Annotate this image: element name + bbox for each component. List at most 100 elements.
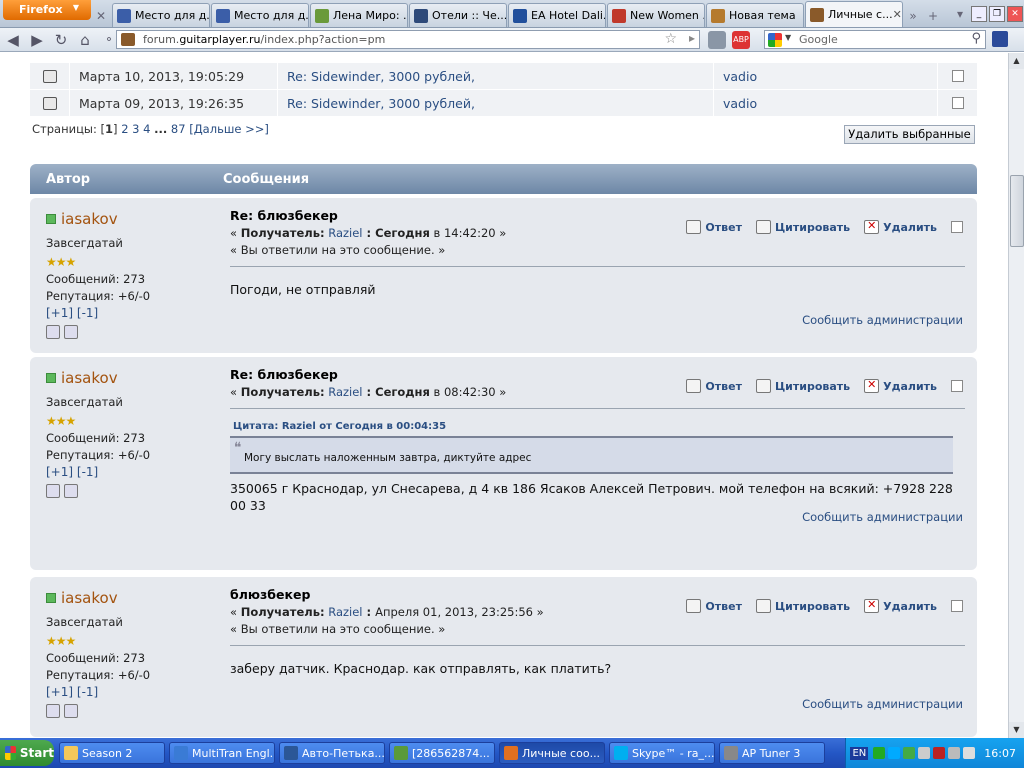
tray-update-icon[interactable] bbox=[918, 747, 931, 759]
post-divider bbox=[230, 645, 965, 646]
reload-icon[interactable]: ↻ bbox=[50, 30, 72, 50]
home-icon[interactable]: ⌂ bbox=[74, 30, 96, 50]
back-icon[interactable]: ◀ bbox=[2, 30, 24, 50]
taskbar-item[interactable]: Skype™ - ra_... bbox=[609, 742, 715, 764]
adblock-icon[interactable]: ABP bbox=[732, 31, 750, 49]
search-input[interactable]: ▼ Google ⚲ bbox=[764, 30, 986, 49]
forward-icon[interactable]: ▶ bbox=[26, 30, 48, 50]
chevron-down-icon[interactable]: ▼ bbox=[785, 33, 791, 42]
report-to-admin-link[interactable]: Сообщить администрации bbox=[802, 510, 963, 524]
vertical-scrollbar[interactable]: ▲ ▼ bbox=[1008, 53, 1024, 738]
send-message-icon[interactable] bbox=[64, 325, 78, 339]
minimize-icon[interactable]: _ bbox=[971, 6, 987, 22]
browser-tab[interactable]: Лена Миро: ... bbox=[310, 3, 408, 27]
recipient-link[interactable]: Raziel bbox=[328, 385, 362, 399]
browser-tab[interactable]: Отели :: Че... bbox=[409, 3, 507, 27]
browser-tab[interactable]: EA Hotel Dali... bbox=[508, 3, 606, 27]
row-checkbox[interactable] bbox=[951, 70, 964, 82]
task-label: Season 2 bbox=[82, 746, 133, 760]
scrollbar-thumb[interactable] bbox=[1010, 175, 1024, 247]
send-message-icon[interactable] bbox=[64, 704, 78, 718]
browser-tab[interactable]: Место для д... bbox=[211, 3, 309, 27]
reply-button[interactable]: Ответ bbox=[686, 220, 742, 234]
close-window-icon[interactable]: ✕ bbox=[1007, 6, 1023, 22]
quote-button[interactable]: Цитировать bbox=[755, 379, 850, 393]
taskbar-item[interactable]: Личные соо... bbox=[499, 742, 605, 764]
author-name-link[interactable]: iasakov bbox=[46, 369, 226, 387]
reputation-plus-link[interactable]: [+1] bbox=[46, 465, 73, 479]
row-author-link[interactable]: vadio bbox=[714, 63, 938, 89]
reply-button[interactable]: Ответ bbox=[686, 599, 742, 613]
reputation-plus-link[interactable]: [+1] bbox=[46, 306, 73, 320]
post-checkbox[interactable] bbox=[951, 380, 963, 392]
report-to-admin-link[interactable]: Сообщить администрации bbox=[802, 313, 963, 327]
row-checkbox[interactable] bbox=[951, 97, 964, 109]
profile-icon[interactable] bbox=[46, 484, 60, 498]
taskbar-item[interactable]: MultiTran Engl... bbox=[169, 742, 275, 764]
scroll-up-icon[interactable]: ▲ bbox=[1009, 53, 1024, 69]
scroll-down-icon[interactable]: ▼ bbox=[1009, 722, 1024, 738]
profile-icon[interactable] bbox=[46, 325, 60, 339]
tray-shield-icon[interactable] bbox=[873, 747, 886, 759]
delete-button[interactable]: Удалить bbox=[864, 378, 937, 393]
pager-last-page-link[interactable]: 87 bbox=[171, 122, 186, 136]
tray-volume-icon[interactable] bbox=[963, 747, 976, 759]
star-icon[interactable]: ☆ bbox=[664, 31, 677, 47]
reputation-minus-link[interactable]: [-1] bbox=[77, 465, 98, 479]
quote-button[interactable]: Цитировать bbox=[755, 220, 850, 234]
quote-button[interactable]: Цитировать bbox=[755, 599, 850, 613]
author-name-link[interactable]: iasakov bbox=[46, 589, 226, 607]
tray-skype-icon[interactable] bbox=[888, 747, 901, 759]
browser-tab[interactable]: Место для д... bbox=[112, 3, 210, 27]
report-to-admin-link[interactable]: Сообщить администрации bbox=[802, 697, 963, 711]
row-author-link[interactable]: vadio bbox=[714, 90, 938, 116]
taskbar-item[interactable]: [286562874... bbox=[389, 742, 495, 764]
rank-stars-icon: ★★★ bbox=[46, 414, 76, 428]
author-name-link[interactable]: iasakov bbox=[46, 210, 226, 228]
browser-tab[interactable]: New Women ... bbox=[607, 3, 705, 27]
tray-utorrent-icon[interactable] bbox=[903, 747, 916, 759]
author-reputation: Репутация: +6/-0 bbox=[46, 448, 151, 462]
row-subject-link[interactable]: Re: Sidewinder, 3000 рублей, bbox=[278, 90, 714, 116]
start-button[interactable]: Start bbox=[0, 740, 54, 766]
recipient-link[interactable]: Raziel bbox=[328, 605, 362, 619]
taskbar-item[interactable]: Авто-Петька.... bbox=[279, 742, 385, 764]
new-tab-icon[interactable]: + bbox=[923, 5, 943, 27]
tab-close-icon[interactable]: ✕ bbox=[893, 8, 902, 21]
recipient-link[interactable]: Raziel bbox=[328, 226, 362, 240]
taskbar-item[interactable]: Season 2 bbox=[59, 742, 165, 764]
delete-selected-button[interactable]: Удалить выбранные bbox=[844, 125, 975, 144]
all-tabs-icon[interactable]: ▾ bbox=[950, 3, 970, 25]
go-arrow-icon[interactable]: ▸ bbox=[689, 31, 695, 45]
tab-scroll-left-icon[interactable]: ✕ bbox=[91, 5, 111, 27]
tray-network-icon[interactable] bbox=[948, 747, 961, 759]
pager-page-link[interactable]: 4 bbox=[143, 122, 150, 136]
reputation-minus-link[interactable]: [-1] bbox=[77, 306, 98, 320]
post-checkbox[interactable] bbox=[951, 600, 963, 612]
browser-tab[interactable]: Новая тема bbox=[706, 3, 804, 27]
bookmarks-menu-icon[interactable] bbox=[992, 31, 1008, 47]
delete-button[interactable]: Удалить bbox=[864, 219, 937, 234]
magnifier-icon[interactable]: ⚲ bbox=[971, 31, 981, 46]
tab-scroll-right-icon[interactable]: » bbox=[903, 5, 923, 27]
firefox-menu-button[interactable]: Firefox ▼ bbox=[3, 0, 91, 20]
tray-mail-icon[interactable] bbox=[933, 747, 946, 759]
send-message-icon[interactable] bbox=[64, 484, 78, 498]
tools-icon[interactable] bbox=[708, 31, 726, 49]
pager-page-link[interactable]: 2 bbox=[121, 122, 128, 136]
maximize-icon[interactable]: ❐ bbox=[989, 6, 1005, 22]
url-bar[interactable]: forum. guitarplayer.ru/index.php?action=p… bbox=[116, 30, 700, 49]
post-checkbox[interactable] bbox=[951, 221, 963, 233]
row-subject-link[interactable]: Re: Sidewinder, 3000 рублей, bbox=[278, 63, 714, 89]
language-indicator[interactable]: EN bbox=[850, 746, 869, 760]
browser-tab[interactable]: Личные с... ✕ bbox=[805, 1, 903, 27]
pager-page-link[interactable]: 3 bbox=[132, 122, 139, 136]
reply-button[interactable]: Ответ bbox=[686, 379, 742, 393]
taskbar-item[interactable]: AP Tuner 3 bbox=[719, 742, 825, 764]
delete-button[interactable]: Удалить bbox=[864, 598, 937, 613]
profile-icon[interactable] bbox=[46, 704, 60, 718]
pager-next-link[interactable]: [Дальше >>] bbox=[189, 122, 269, 136]
reputation-plus-link[interactable]: [+1] bbox=[46, 685, 73, 699]
reputation-minus-link[interactable]: [-1] bbox=[77, 685, 98, 699]
reply-icon bbox=[686, 379, 702, 393]
